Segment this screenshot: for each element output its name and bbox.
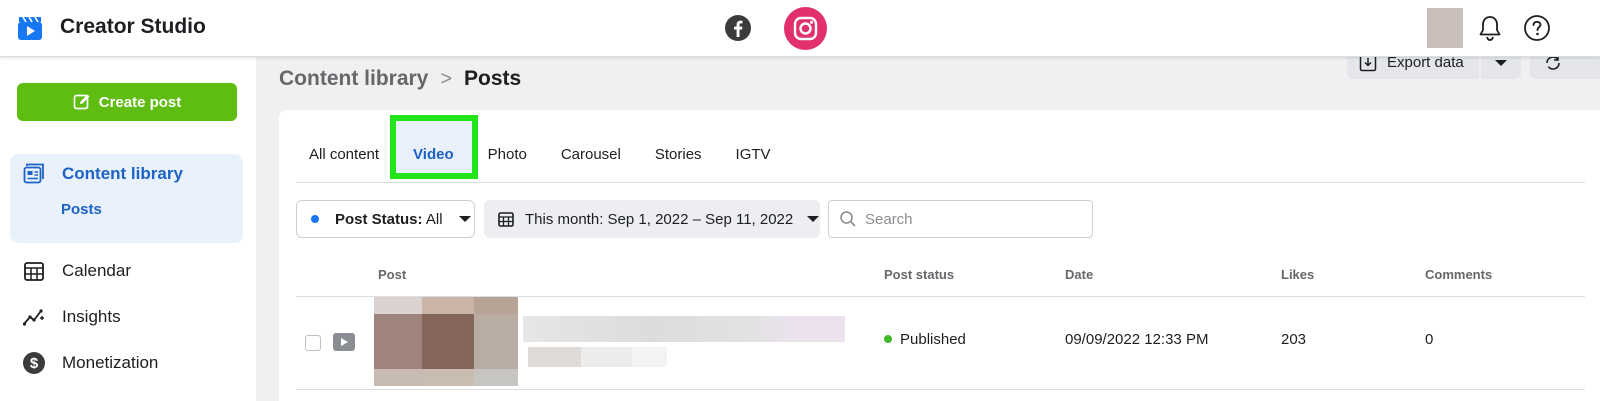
create-post-button[interactable]: Create post bbox=[17, 83, 237, 121]
post-status-value: All bbox=[425, 210, 443, 228]
tab-stories[interactable]: Stories bbox=[638, 128, 719, 180]
app-title: Creator Studio bbox=[60, 15, 206, 38]
date-cell: 09/09/2022 12:33 PM bbox=[1065, 331, 1209, 348]
search-field[interactable] bbox=[828, 200, 1093, 238]
top-bar: Creator Studio bbox=[0, 0, 1600, 57]
post-status-filter[interactable]: Post Status: All bbox=[296, 200, 475, 238]
table-row[interactable]: Published 09/09/2022 12:33 PM 203 0 bbox=[279, 297, 1600, 389]
content-library-icon bbox=[22, 162, 46, 186]
breadcrumb-parent[interactable]: Content library bbox=[279, 67, 428, 91]
tab-igtv[interactable]: IGTV bbox=[719, 128, 788, 180]
search-icon bbox=[840, 211, 856, 227]
creator-studio-logo-icon[interactable] bbox=[17, 15, 43, 41]
column-header-likes[interactable]: Likes bbox=[1281, 267, 1314, 282]
date-range-label: This month: Sep 1, 2022 – Sep 11, 2022 bbox=[525, 210, 794, 228]
content-card: All content Video Photo Carousel Stories… bbox=[279, 110, 1600, 401]
sidebar-item-label: Content library bbox=[62, 164, 183, 183]
video-type-icon bbox=[333, 333, 355, 351]
facebook-icon bbox=[734, 20, 743, 37]
breadcrumb-separator: > bbox=[440, 67, 453, 90]
column-header-post-status[interactable]: Post status bbox=[884, 267, 954, 282]
calendar-icon bbox=[22, 259, 46, 283]
tab-photo[interactable]: Photo bbox=[471, 128, 544, 180]
status-dot-icon bbox=[311, 215, 319, 223]
search-input[interactable] bbox=[865, 210, 1085, 228]
create-post-label: Create post bbox=[98, 93, 182, 111]
column-header-post: Post bbox=[378, 267, 407, 282]
edit-icon bbox=[73, 94, 90, 110]
bell-icon[interactable] bbox=[1477, 14, 1503, 42]
instagram-icon bbox=[793, 16, 818, 41]
published-dot-icon bbox=[884, 335, 892, 344]
svg-text:$: $ bbox=[30, 355, 39, 372]
breadcrumb: Content library > Posts bbox=[279, 67, 521, 91]
column-header-date[interactable]: Date bbox=[1065, 267, 1093, 282]
sidebar: Create post Content library Posts Calend… bbox=[0, 57, 256, 401]
post-meta-blurred bbox=[528, 347, 667, 367]
sidebar-item-content-library[interactable]: Content library bbox=[22, 162, 183, 186]
chevron-down-icon bbox=[458, 216, 471, 222]
page-title: Posts bbox=[464, 67, 522, 90]
post-thumbnail[interactable] bbox=[374, 297, 518, 386]
likes-cell: 203 bbox=[1281, 331, 1307, 348]
sidebar-item-label: Insights bbox=[62, 307, 121, 326]
post-status-cell: Published bbox=[884, 331, 966, 348]
sidebar-item-calendar[interactable]: Calendar bbox=[22, 259, 131, 283]
sidebar-item-monetization[interactable]: $ Monetization bbox=[22, 351, 158, 375]
calendar-icon bbox=[498, 212, 514, 227]
post-status-value: Published bbox=[900, 331, 966, 348]
sidebar-item-label: Calendar bbox=[62, 261, 131, 280]
divider bbox=[296, 389, 1585, 390]
chevron-down-icon bbox=[807, 216, 820, 222]
avatar[interactable] bbox=[1427, 8, 1463, 48]
comments-cell: 0 bbox=[1425, 331, 1434, 348]
instagram-tab[interactable] bbox=[784, 7, 827, 50]
content-type-tabs: All content Video Photo Carousel Stories… bbox=[309, 128, 788, 180]
date-range-filter[interactable]: This month: Sep 1, 2022 – Sep 11, 2022 bbox=[484, 200, 820, 238]
row-checkbox[interactable] bbox=[305, 335, 321, 351]
post-caption-blurred[interactable] bbox=[523, 316, 845, 342]
sidebar-item-label: Monetization bbox=[62, 353, 159, 372]
video-tab-highlight-box bbox=[390, 115, 478, 179]
post-status-label: Post Status: bbox=[335, 210, 423, 228]
chevron-down-icon bbox=[1495, 59, 1507, 66]
tab-carousel[interactable]: Carousel bbox=[544, 128, 638, 180]
sidebar-subitem-posts[interactable]: Posts bbox=[61, 201, 102, 218]
tab-all-content[interactable]: All content bbox=[309, 128, 396, 180]
sidebar-item-insights[interactable]: Insights bbox=[22, 305, 121, 329]
post-status-filter-text: Post Status: All bbox=[335, 211, 443, 228]
column-header-comments[interactable]: Comments bbox=[1425, 267, 1492, 282]
insights-icon bbox=[22, 305, 46, 329]
divider bbox=[296, 182, 1585, 183]
facebook-tab[interactable] bbox=[725, 15, 751, 41]
help-icon[interactable] bbox=[1523, 14, 1551, 42]
dollar-icon: $ bbox=[22, 351, 46, 375]
